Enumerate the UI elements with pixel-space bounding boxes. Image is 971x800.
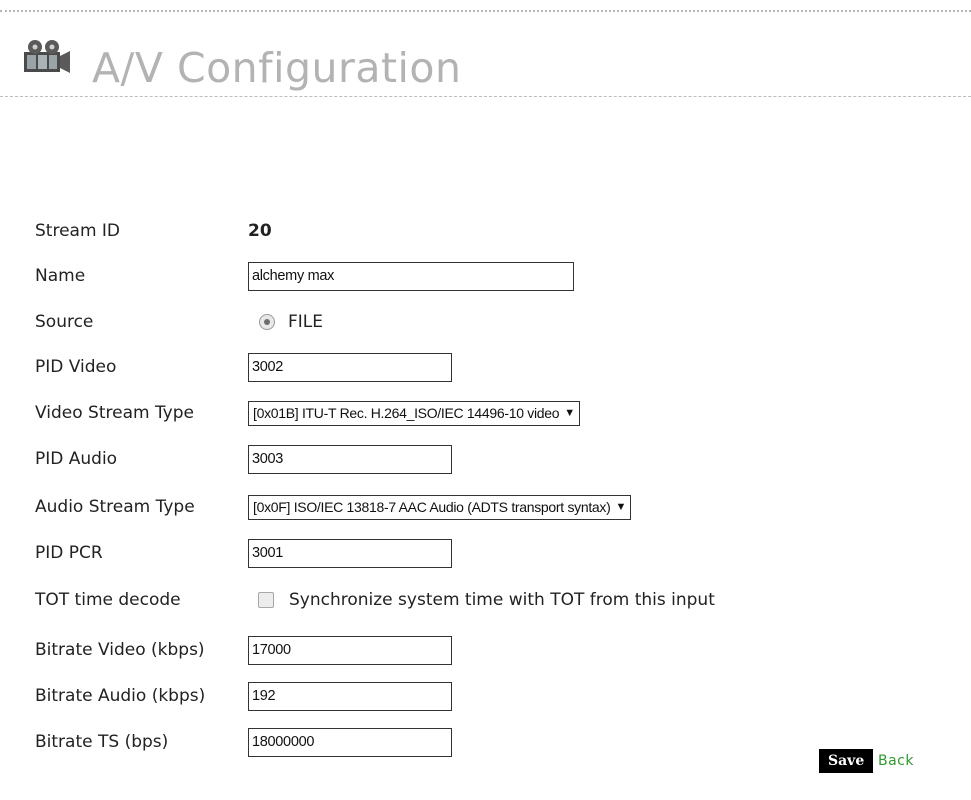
pid-audio-label: PID Audio [35, 449, 118, 469]
row-source: Source FILE [35, 305, 935, 339]
row-tot-time-decode: TOT time decode Synchronize system time … [35, 583, 935, 617]
bitrate-video-input[interactable] [248, 635, 452, 665]
audio-stream-type-label: Audio Stream Type [35, 497, 195, 517]
tot-time-decode-label: TOT time decode [35, 590, 181, 610]
bitrate-ts-input[interactable] [248, 727, 452, 757]
dropdown-arrow-icon: ▼ [615, 501, 627, 513]
video-stream-type-label: Video Stream Type [35, 403, 194, 423]
row-bitrate-video: Bitrate Video (kbps) [35, 633, 935, 667]
row-pid-video: PID Video [35, 350, 935, 384]
row-video-stream-type: Video Stream Type [0x01B] ITU-T Rec. H.2… [35, 396, 935, 430]
row-stream-id: Stream ID 20 [35, 214, 935, 248]
row-bitrate-ts: Bitrate TS (bps) [35, 725, 935, 759]
name-input[interactable] [248, 261, 574, 291]
pid-video-input[interactable] [248, 352, 452, 382]
page-title: A/V Configuration [92, 44, 462, 92]
audio-stream-type-select[interactable]: [0x0F] ISO/IEC 13818-7 AAC Audio (ADTS t… [248, 494, 632, 520]
source-file-label: FILE [288, 312, 324, 332]
pid-pcr-input[interactable] [248, 538, 452, 568]
row-audio-stream-type: Audio Stream Type [0x0F] ISO/IEC 13818-7… [35, 490, 935, 524]
dropdown-arrow-icon: ▼ [564, 407, 575, 419]
name-label: Name [35, 266, 86, 286]
source-label: Source [35, 312, 94, 332]
film-reel-icon [22, 38, 72, 76]
bitrate-audio-label: Bitrate Audio (kbps) [35, 686, 206, 706]
pid-video-label: PID Video [35, 357, 117, 377]
pid-audio-input[interactable] [248, 444, 452, 474]
bitrate-audio-input[interactable] [248, 681, 452, 711]
bitrate-video-label: Bitrate Video (kbps) [35, 640, 205, 660]
stream-id-label: Stream ID [35, 221, 121, 241]
audio-stream-type-value: [0x0F] ISO/IEC 13818-7 AAC Audio (ADTS t… [253, 499, 611, 515]
video-stream-type-select[interactable]: [0x01B] ITU-T Rec. H.264_ISO/IEC 14496-1… [248, 400, 580, 426]
tot-sync-checkbox[interactable] [258, 592, 274, 608]
row-pid-pcr: PID PCR [35, 536, 935, 570]
tot-sync-label: Synchronize system time with TOT from th… [289, 590, 715, 610]
bitrate-ts-label: Bitrate TS (bps) [35, 732, 169, 752]
top-divider [0, 10, 971, 12]
stream-id-value: 20 [248, 221, 272, 241]
row-name: Name [35, 259, 935, 293]
back-link[interactable]: Back [878, 749, 914, 773]
source-file-radio[interactable] [259, 314, 275, 330]
page-header: A/V Configuration [0, 38, 971, 97]
row-pid-audio: PID Audio [35, 442, 935, 476]
pid-pcr-label: PID PCR [35, 543, 103, 563]
video-stream-type-value: [0x01B] ITU-T Rec. H.264_ISO/IEC 14496-1… [253, 405, 560, 421]
save-button[interactable]: Save [819, 749, 874, 773]
row-bitrate-audio: Bitrate Audio (kbps) [35, 679, 935, 713]
